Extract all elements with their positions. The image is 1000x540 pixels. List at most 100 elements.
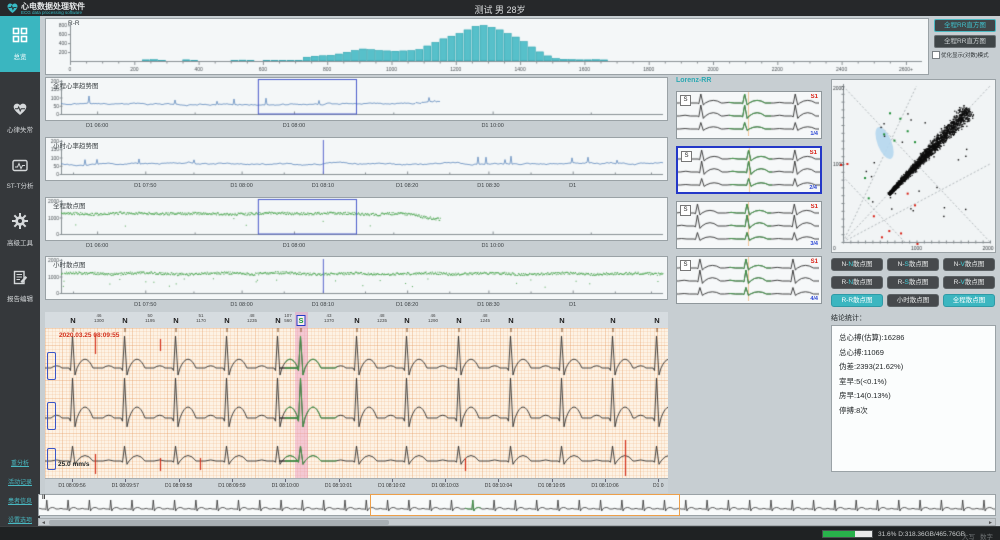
beat-type-label: S	[680, 260, 691, 271]
scatter-type-button-2-2[interactable]: R-S散点图	[887, 276, 939, 289]
sidebar-link-1[interactable]: 重分析	[0, 458, 40, 467]
interval-values: 511170	[196, 313, 206, 323]
hour-hr-trend-canvas[interactable]	[46, 138, 667, 180]
beat-label-N[interactable]: N	[354, 316, 359, 325]
scatter-type-button-3-1[interactable]: R-R散点图	[831, 294, 883, 307]
x-axis-tick-label: D1 06:00	[86, 243, 108, 249]
beat-label-N[interactable]: N	[224, 316, 229, 325]
lorenz-plot-panel[interactable]	[831, 79, 996, 253]
full-rr-histogram-button-2[interactable]: 全程RR直方图	[934, 35, 996, 48]
rr-histogram-canvas[interactable]	[46, 19, 928, 74]
lead-caliper-1[interactable]	[47, 352, 56, 380]
scroll-right-icon[interactable]: ►	[988, 520, 993, 526]
full-scatter-canvas[interactable]	[46, 198, 667, 240]
sidebar-link-4[interactable]: 设置选项	[0, 515, 40, 524]
hour-scatter-panel[interactable]: 小时散点图	[45, 256, 668, 300]
horizontal-scrollbar[interactable]: ◄ ►	[38, 518, 996, 526]
grid-icon	[12, 27, 28, 48]
lorenz-strip-card-2[interactable]: SS12/4	[676, 146, 822, 194]
sidebar-item-2[interactable]: 心律失常	[0, 94, 40, 142]
app-window: 心电数据处理软件 ECG data processing software 测试…	[0, 0, 1000, 540]
beat-label-N[interactable]: N	[275, 316, 280, 325]
beat-label-N[interactable]: N	[508, 316, 513, 325]
lead-caliper-2[interactable]	[47, 402, 56, 430]
sidebar-item-4[interactable]: 高级工具	[0, 206, 40, 254]
beat-label-S[interactable]: S	[296, 315, 305, 326]
beat-label-N[interactable]: N	[70, 316, 75, 325]
rr-histogram-panel[interactable]: R-R	[45, 18, 929, 75]
log-display-checkbox[interactable]	[932, 51, 940, 59]
timeline-tick	[658, 479, 659, 482]
strip-ecg-canvas	[677, 92, 819, 136]
statistic-line-6: 停搏:8次	[839, 405, 868, 416]
sidebar-link-2[interactable]: 活动记录	[0, 477, 40, 486]
lorenz-plot-canvas[interactable]	[832, 80, 995, 252]
beat-label-N[interactable]: N	[610, 316, 615, 325]
scatter-type-button-1-3[interactable]: N-V散点图	[943, 258, 995, 271]
beat-label-N[interactable]: N	[654, 316, 659, 325]
x-axis-tick-label: D1 07:50	[134, 302, 156, 308]
scatter-type-button-1-2[interactable]: N-S散点图	[887, 258, 939, 271]
beat-label-N[interactable]: N	[122, 316, 127, 325]
full-scatter-panel[interactable]: 全程散点图	[45, 197, 668, 241]
full-hr-trend-canvas[interactable]	[46, 78, 667, 120]
x-axis-tick-label: D1 08:00	[283, 243, 305, 249]
overview-lead-label: II	[42, 495, 45, 501]
lead-caliper-3[interactable]	[47, 448, 56, 470]
sidebar-item-3[interactable]: ST-T分析	[0, 150, 40, 198]
interval-values: 481235	[247, 313, 257, 323]
scatter-type-button-1-1[interactable]: N-N散点图	[831, 258, 883, 271]
ecg-strip-canvas[interactable]	[45, 328, 668, 478]
sidebar-item-label: 总览	[14, 51, 27, 61]
full-rr-histogram-button[interactable]: 全程RR直方图	[934, 19, 996, 32]
hour-hr-trend-panel[interactable]: 小时心率趋势图	[45, 137, 668, 181]
gear-icon	[12, 213, 28, 234]
num-indicator: 数字	[980, 531, 993, 540]
beat-label-N[interactable]: N	[559, 316, 564, 325]
lorenz-strip-card-3[interactable]: SS13/4	[676, 201, 822, 249]
scatter-type-button-3-2[interactable]: 小时散点图	[887, 294, 939, 307]
status-bar: 31.6% D:318.36GB/465.76GB 大写 数字	[0, 526, 1000, 540]
timeline-label: D1 08:09:57	[112, 483, 139, 489]
overview-selection-box[interactable]	[370, 494, 680, 516]
statistic-line-4: 室早:5(<0.1%)	[839, 376, 887, 387]
disk-usage-text: 31.6% D:318.36GB/465.76GB	[878, 531, 965, 538]
strip-page-indicator: 1/4	[810, 131, 818, 137]
interval-values: 431370	[324, 313, 334, 323]
scrollbar-thumb[interactable]	[49, 520, 389, 525]
beat-label-N[interactable]: N	[456, 316, 461, 325]
timeline-tick	[392, 479, 393, 482]
x-axis-tick-label: D1 08:20	[396, 183, 418, 189]
full-scatter-title: 全程散点图	[53, 200, 86, 210]
timeline-label: D1 08:10:01	[325, 483, 352, 489]
beat-label-N[interactable]: N	[404, 316, 409, 325]
full-hr-trend-panel[interactable]: 全程心率趋势图	[45, 77, 668, 121]
scatter-type-button-2-3[interactable]: R-V散点图	[943, 276, 995, 289]
timeline-tick	[498, 479, 499, 482]
interval-values: 501195	[145, 313, 155, 323]
x-axis-tick-label: D1	[569, 302, 576, 308]
interval-values: 461300	[94, 313, 104, 323]
disk-usage-progress-fill	[823, 531, 855, 537]
ecg-timeline: D1 08:09:56D1 08:09:57D1 08:09:58D1 08:0…	[45, 478, 668, 493]
x-axis-tick-label: D1 10:00	[481, 243, 503, 249]
timeline-label: D1 08:09:58	[165, 483, 192, 489]
beat-type-label: S	[680, 95, 691, 106]
scatter-type-button-3-3[interactable]: 全程散点图	[943, 294, 995, 307]
sidebar-link-3[interactable]: 患者信息	[0, 496, 40, 505]
beat-label-N[interactable]: N	[173, 316, 178, 325]
x-axis-tick-label: D1 08:00	[283, 123, 305, 129]
scatter-type-button-2-1[interactable]: R-N散点图	[831, 276, 883, 289]
stt-monitor-icon	[12, 159, 28, 177]
scroll-left-icon[interactable]: ◄	[41, 520, 46, 526]
statistic-line-1: 总心搏(估算):16286	[839, 332, 904, 343]
lorenz-strip-card-1[interactable]: SS11/4	[676, 91, 822, 139]
hour-scatter-canvas[interactable]	[46, 257, 667, 299]
strip-tag-label: S1	[810, 150, 817, 156]
statistics-panel: 总心搏(估算):16286总心搏:11069伪差:2393(21.62%)室早:…	[831, 325, 996, 472]
hour-hr-trend-title: 小时心率趋势图	[53, 140, 99, 150]
x-axis-tick-label: D1 08:00	[230, 302, 252, 308]
lorenz-strip-card-4[interactable]: SS14/4	[676, 256, 822, 304]
sidebar-item-1[interactable]: 总览	[0, 16, 40, 72]
sidebar-item-5[interactable]: 报告编辑	[0, 262, 40, 310]
